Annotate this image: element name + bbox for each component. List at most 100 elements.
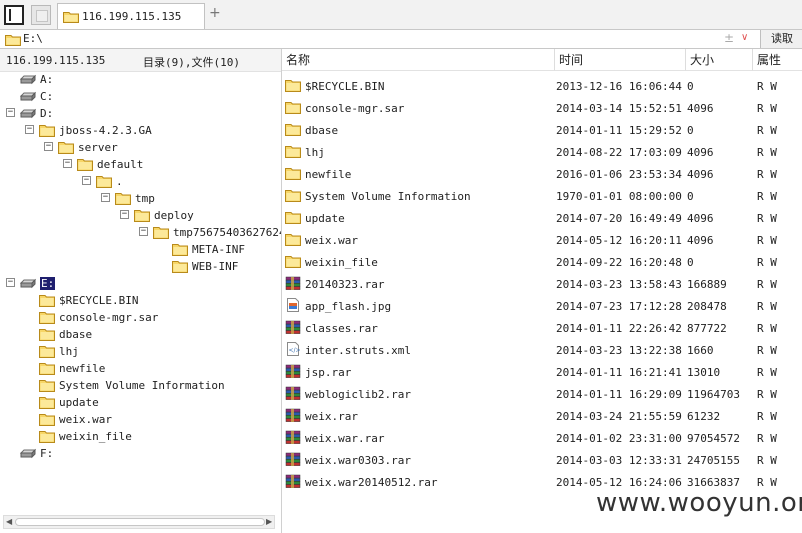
file-row[interactable]: weix.rar 2014-03-24 21:55:59 61232 R W xyxy=(282,405,802,427)
scrollbar-thumb[interactable] xyxy=(15,518,265,526)
folder-icon xyxy=(58,140,74,157)
folder-icon xyxy=(5,35,21,46)
folder-icon xyxy=(39,123,55,140)
expand-toggle-icon[interactable]: − xyxy=(139,227,148,236)
tree-node[interactable]: console-mgr.sar xyxy=(0,309,281,326)
tree-node[interactable]: − tmp756754036276245 xyxy=(0,224,281,241)
folder-icon xyxy=(285,100,301,117)
toggle-panel-icon[interactable] xyxy=(4,5,24,25)
tab-host[interactable]: 116.199.115.135 xyxy=(57,3,205,29)
tree-node[interactable]: C: xyxy=(0,88,281,105)
folder-icon xyxy=(77,157,93,174)
file-size: 4096 xyxy=(687,146,714,159)
column-header-time[interactable]: 时间 xyxy=(555,49,686,71)
tree-node[interactable]: − E: xyxy=(0,275,281,292)
file-row[interactable]: 20140323.rar 2014-03-23 13:58:43 166889 R W xyxy=(282,273,802,295)
tree-node-label: System Volume Information xyxy=(59,379,225,392)
tree-node[interactable]: lhj xyxy=(0,343,281,360)
file-time: 2014-03-23 13:22:38 xyxy=(556,344,682,357)
tree-node[interactable]: − D: xyxy=(0,105,281,122)
file-row[interactable]: weixin_file 2014-09-22 16:20:48 0 R W xyxy=(282,251,802,273)
file-row[interactable]: jsp.rar 2014-01-11 16:21:41 13010 R W xyxy=(282,361,802,383)
expand-toggle-icon[interactable]: − xyxy=(63,159,72,168)
tree-node[interactable]: weixin_file xyxy=(0,428,281,445)
expand-toggle-icon[interactable]: − xyxy=(25,125,34,134)
path-input[interactable]: E:\ xyxy=(23,32,43,45)
tree-node-label: update xyxy=(59,396,99,409)
add-tab-button[interactable]: + xyxy=(209,5,221,21)
column-header-attr[interactable]: 属性 xyxy=(753,49,802,71)
rar-icon xyxy=(285,364,301,381)
folder-icon xyxy=(39,310,55,327)
folder-icon xyxy=(172,242,188,259)
scroll-left-icon[interactable]: ◀ xyxy=(6,517,12,526)
tree-node[interactable]: − jboss-4.2.3.GA xyxy=(0,122,281,139)
tree-node[interactable]: update xyxy=(0,394,281,411)
file-size: 24705155 xyxy=(687,454,740,467)
tree-node[interactable]: weix.war xyxy=(0,411,281,428)
tree-node[interactable]: F: xyxy=(0,445,281,462)
expand-toggle-icon[interactable]: − xyxy=(6,108,15,117)
rar-icon xyxy=(285,452,301,469)
file-time: 2014-07-23 17:12:28 xyxy=(556,300,682,313)
tree-node[interactable]: −. xyxy=(0,173,281,190)
tree-node-label: F: xyxy=(40,447,54,460)
tree-node[interactable]: $RECYCLE.BIN xyxy=(0,292,281,309)
column-header-name[interactable]: 名称 xyxy=(282,49,555,71)
file-row[interactable]: weix.war 2014-05-12 16:20:11 4096 R W xyxy=(282,229,802,251)
file-row[interactable]: console-mgr.sar 2014-03-14 15:52:51 4096 R … xyxy=(282,97,802,119)
file-time: 2014-03-23 13:58:43 xyxy=(556,278,682,291)
file-row[interactable]: weblogiclib2.rar 2014-01-11 16:29:09 11964… xyxy=(282,383,802,405)
file-row[interactable]: lhj 2014-08-22 17:03:09 4096 R W xyxy=(282,141,802,163)
read-button[interactable]: 读取 xyxy=(760,30,802,48)
rar-icon xyxy=(285,386,301,403)
expand-toggle-icon[interactable]: − xyxy=(120,210,129,219)
tree-node-label: C: xyxy=(40,90,54,103)
file-row[interactable]: $RECYCLE.BIN 2013-12-16 16:06:44 0 R W xyxy=(282,75,802,97)
scroll-right-icon[interactable]: ▶ xyxy=(266,517,272,526)
file-name: jsp.rar xyxy=(305,366,352,379)
horizontal-scrollbar[interactable]: ◀ ▶ xyxy=(3,515,275,529)
svg-text:</>: </> xyxy=(289,347,301,354)
file-row[interactable]: update 2014-07-20 16:49:49 4096 R W xyxy=(282,207,802,229)
file-name: weblogiclib2.rar xyxy=(305,388,411,401)
tree-node[interactable]: − tmp xyxy=(0,190,281,207)
new-window-icon[interactable] xyxy=(31,5,51,25)
tree-node[interactable]: dbase xyxy=(0,326,281,343)
tree-node[interactable]: System Volume Information xyxy=(0,377,281,394)
expand-toggle-icon[interactable]: − xyxy=(6,278,15,287)
tree-node[interactable]: newfile xyxy=(0,360,281,377)
tree-node[interactable]: A: xyxy=(0,71,281,88)
file-attr: R W xyxy=(757,234,777,247)
file-attr: R W xyxy=(757,190,777,203)
file-row[interactable]: weix.war0303.rar 2014-03-03 12:33:31 24705… xyxy=(282,449,802,471)
rar-icon xyxy=(285,408,301,425)
file-time: 2014-03-14 15:52:51 xyxy=(556,102,682,115)
file-row[interactable]: app_flash.jpg 2014-07-23 17:12:28 208478 R … xyxy=(282,295,802,317)
tree-node-label: jboss-4.2.3.GA xyxy=(59,124,152,137)
file-row[interactable]: newfile 2016-01-06 23:53:34 4096 R W xyxy=(282,163,802,185)
file-size: 61232 xyxy=(687,410,721,423)
expand-toggle-icon[interactable]: − xyxy=(101,193,110,202)
file-time: 2014-01-11 16:21:41 xyxy=(556,366,682,379)
chevron-down-icon[interactable]: ∨ xyxy=(741,32,748,43)
tree-node[interactable]: − default xyxy=(0,156,281,173)
tree-node[interactable]: − deploy xyxy=(0,207,281,224)
file-attr: R W xyxy=(757,344,777,357)
tree-node[interactable]: − server xyxy=(0,139,281,156)
file-row[interactable]: System Volume Information 1970-01-01 08:0… xyxy=(282,185,802,207)
tree-node-label: E: xyxy=(40,277,56,290)
column-header-size[interactable]: 大小 xyxy=(686,49,753,71)
file-row[interactable]: dbase 2014-01-11 15:29:52 0 R W xyxy=(282,119,802,141)
tree-node-label: D: xyxy=(40,107,54,120)
tree-node[interactable]: WEB-INF xyxy=(0,258,281,275)
file-row[interactable]: weix.war.rar 2014-01-02 23:31:00 97054572 R… xyxy=(282,427,802,449)
tree-node[interactable]: META-INF xyxy=(0,241,281,258)
file-time: 2014-01-11 16:29:09 xyxy=(556,388,682,401)
file-row[interactable]: classes.rar 2014-01-11 22:26:42 877722 R W xyxy=(282,317,802,339)
expand-toggle-icon[interactable]: − xyxy=(44,142,53,151)
expand-toggle-icon[interactable]: − xyxy=(82,176,91,185)
file-row[interactable]: </> inter.struts.xml 2014-03-23 13:22:38 16… xyxy=(282,339,802,361)
plus-minus-icon[interactable]: ± xyxy=(724,31,734,45)
file-attr: R W xyxy=(757,146,777,159)
